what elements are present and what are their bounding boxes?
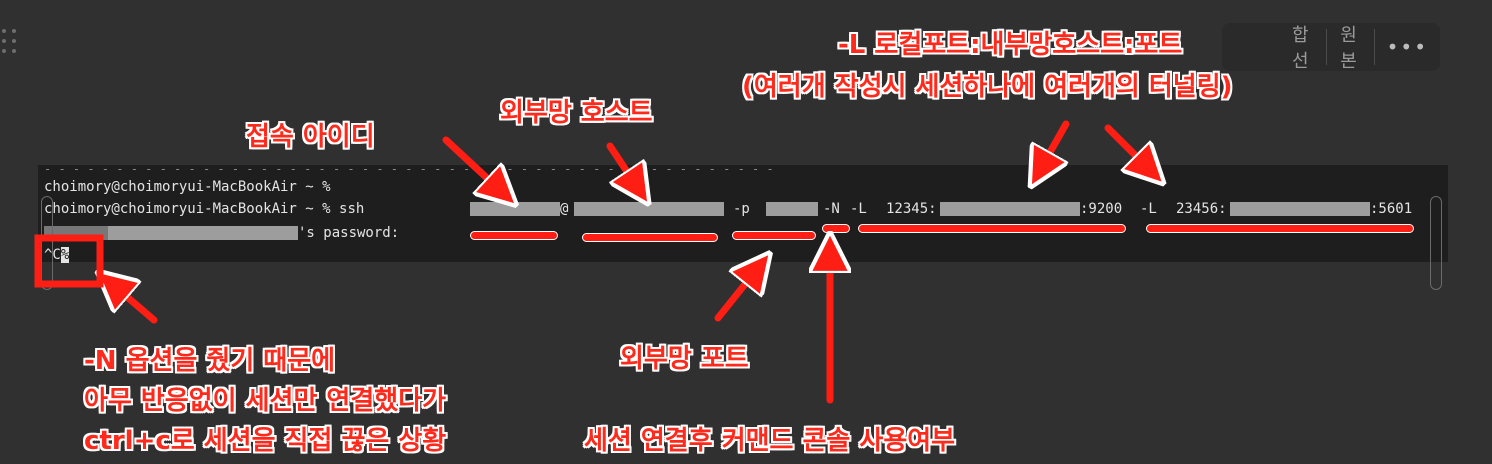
arrow-interrupt xyxy=(112,284,158,324)
annotation-external-port: 외부망 포트 xyxy=(620,344,749,374)
arrow-tunnel-left xyxy=(1040,120,1070,170)
interrupt-highlight-box xyxy=(34,234,104,288)
annotation-login-id: 접속 아이디 xyxy=(246,122,375,152)
annotation-n-option-1: -N 옵션을 줬기 때문에 xyxy=(84,346,336,376)
annotation-n-option-2: 아무 반응없이 세션만 연결했다가 xyxy=(84,386,447,416)
annotation-external-host: 외부망 호스트 xyxy=(500,98,653,128)
annotation-tunnel-title: -L 로컬포트:내부망호스트:포트 xyxy=(838,30,1183,60)
arrow-tunnel-right xyxy=(1104,124,1150,170)
annotation-n-option-3: ctrl+c로 세션을 직접 끊은 상황 xyxy=(84,426,447,456)
arrow-external-host xyxy=(606,142,638,188)
arrow-login-id xyxy=(442,136,502,192)
annotation-tunnel-note: (여러개 작성시 세션하나에 여러개의 터널링) xyxy=(742,72,1233,102)
arrow-external-port xyxy=(714,268,758,322)
annotation-console-usage: 세션 연결후 커맨드 콘솔 사용여부 xyxy=(584,426,956,456)
